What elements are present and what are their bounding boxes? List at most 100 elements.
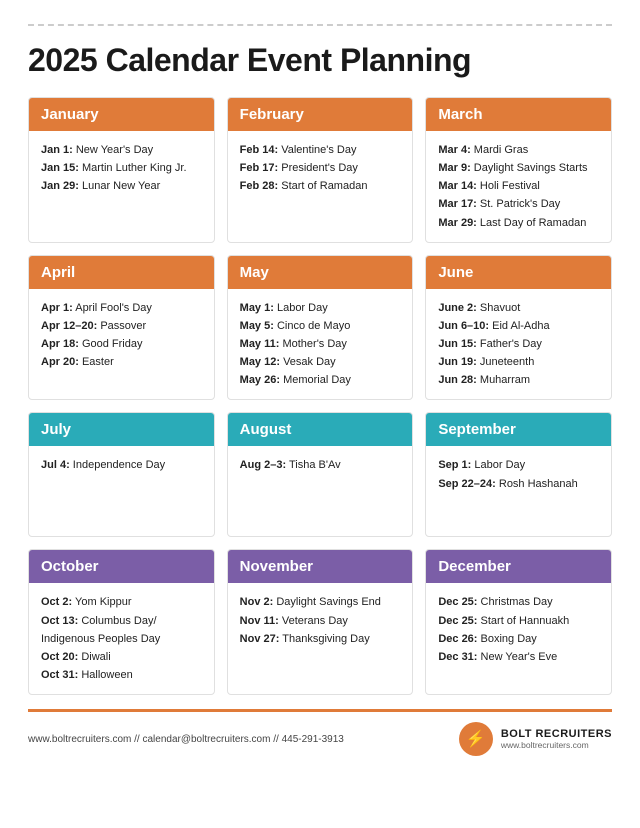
event-desc: Tisha B'Av <box>286 459 340 471</box>
event-desc: Valentine's Day <box>278 144 356 156</box>
top-border <box>28 24 612 26</box>
month-body-april: Apr 1: April Fool's DayApr 12–20: Passov… <box>29 289 214 382</box>
event-date: Mar 17: <box>438 198 477 210</box>
event-desc: Memorial Day <box>280 374 351 386</box>
event-desc: Diwali <box>78 651 110 663</box>
event-desc: Holi Festival <box>477 180 540 192</box>
event-date: Nov 2: <box>240 596 274 608</box>
event-desc: Cinco de Mayo <box>274 320 350 332</box>
event-desc: Christmas Day <box>477 596 552 608</box>
page-title: 2025 Calendar Event Planning <box>28 42 612 79</box>
event-desc: Daylight Savings Starts <box>471 162 588 174</box>
event-line: Oct 31: Halloween <box>41 666 202 684</box>
event-line: Apr 20: Easter <box>41 353 202 371</box>
event-desc: Veterans Day <box>279 615 348 627</box>
event-date: Nov 27: <box>240 633 280 645</box>
event-line: Jan 29: Lunar New Year <box>41 177 202 195</box>
event-line: Mar 29: Last Day of Ramadan <box>438 214 599 232</box>
month-card-may: MayMay 1: Labor DayMay 5: Cinco de MayoM… <box>227 255 414 401</box>
month-header-december: December <box>426 550 611 583</box>
month-card-november: November Nov 2: Daylight Savings EndNov 1… <box>227 549 414 695</box>
event-desc: Father's Day <box>477 338 542 350</box>
month-header-october: October <box>29 550 214 583</box>
month-card-february: FebruaryFeb 14: Valentine's DayFeb 17: P… <box>227 97 414 243</box>
event-line: Dec 31: New Year's Eve <box>438 648 599 666</box>
event-line: Feb 17: President's Day <box>240 159 401 177</box>
month-header-march: March <box>426 98 611 131</box>
event-date: Apr 18: <box>41 338 79 350</box>
event-date: Mar 9: <box>438 162 470 174</box>
month-body-february: Feb 14: Valentine's DayFeb 17: President… <box>228 131 413 221</box>
event-date: Aug 2–3: <box>240 459 286 471</box>
event-desc: Martin Luther King Jr. <box>79 162 187 174</box>
event-desc: Shavuot <box>477 302 520 314</box>
event-line: Jun 28: Muharram <box>438 371 599 389</box>
event-line: Apr 12–20: Passover <box>41 317 202 335</box>
month-body-september: Sep 1: Labor DaySep 22–24: Rosh Hashanah <box>426 446 611 536</box>
event-date: Feb 28: <box>240 180 279 192</box>
event-date: Oct 2: <box>41 596 72 608</box>
event-line: Dec 26: Boxing Day <box>438 630 599 648</box>
month-header-november: November <box>228 550 413 583</box>
event-desc: Eid Al-Adha <box>489 320 550 332</box>
event-date: Jun 28: <box>438 374 477 386</box>
event-line: Oct 20: Diwali <box>41 648 202 666</box>
event-line: Sep 22–24: Rosh Hashanah <box>438 475 599 493</box>
event-line: Feb 14: Valentine's Day <box>240 141 401 159</box>
event-line: Feb 28: Start of Ramadan <box>240 177 401 195</box>
month-card-december: December Dec 25: Christmas DayDec 25: Sta… <box>425 549 612 695</box>
event-desc: Yom Kippur <box>72 596 131 608</box>
month-header-february: February <box>228 98 413 131</box>
event-line: Dec 25: Christmas Day <box>438 593 599 611</box>
event-desc: Halloween <box>78 669 132 681</box>
event-line: Nov 2: Daylight Savings End <box>240 593 401 611</box>
event-desc: Thanksgiving Day <box>279 633 369 645</box>
month-header-july: July <box>29 413 214 446</box>
event-date: Mar 29: <box>438 217 477 229</box>
event-line: May 1: Labor Day <box>240 299 401 317</box>
month-card-january: JanuaryJan 1: New Year's DayJan 15: Mart… <box>28 97 215 243</box>
event-line: Mar 17: St. Patrick's Day <box>438 195 599 213</box>
event-line: Dec 25: Start of Hannuakh <box>438 612 599 630</box>
event-date: Apr 12–20: <box>41 320 97 332</box>
event-date: Feb 14: <box>240 144 279 156</box>
event-date: Apr 1: <box>41 302 73 314</box>
logo-url: www.boltrecruiters.com <box>501 740 612 750</box>
event-date: Jun 19: <box>438 356 477 368</box>
bolt-logo-icon: ⚡ <box>459 722 493 756</box>
month-card-october: OctoberOct 2: Yom KippurOct 13: Columbus… <box>28 549 215 695</box>
month-card-july: July Jul 4: Independence Day <box>28 412 215 537</box>
event-line: Sep 1: Labor Day <box>438 456 599 474</box>
event-date: Oct 13: <box>41 615 78 627</box>
event-date: Jan 29: <box>41 180 79 192</box>
event-date: Mar 14: <box>438 180 477 192</box>
event-line: Mar 14: Holi Festival <box>438 177 599 195</box>
event-desc: Mother's Day <box>279 338 347 350</box>
month-header-august: August <box>228 413 413 446</box>
logo-text-group: BOLT RECRUITERS www.boltrecruiters.com <box>501 728 612 750</box>
month-card-august: AugustAug 2–3: Tisha B'Av <box>227 412 414 537</box>
event-line: May 11: Mother's Day <box>240 335 401 353</box>
event-date: June 2: <box>438 302 477 314</box>
month-card-september: SeptemberSep 1: Labor DaySep 22–24: Rosh… <box>425 412 612 537</box>
event-line: Oct 2: Yom Kippur <box>41 593 202 611</box>
event-date: Oct 31: <box>41 669 78 681</box>
event-line: Nov 11: Veterans Day <box>240 612 401 630</box>
event-date: Dec 31: <box>438 651 477 663</box>
event-desc: Labor Day <box>471 459 525 471</box>
month-card-june: JuneJune 2: ShavuotJun 6–10: Eid Al-Adha… <box>425 255 612 401</box>
month-body-march: Mar 4: Mardi GrasMar 9: Daylight Savings… <box>426 131 611 242</box>
event-desc: Good Friday <box>79 338 143 350</box>
month-body-august: Aug 2–3: Tisha B'Av <box>228 446 413 536</box>
event-desc: Independence Day <box>70 459 165 471</box>
event-date: Jul 4: <box>41 459 70 471</box>
event-desc: Rosh Hashanah <box>496 478 578 490</box>
event-date: May 26: <box>240 374 280 386</box>
event-line: May 12: Vesak Day <box>240 353 401 371</box>
event-date: Jan 15: <box>41 162 79 174</box>
event-desc: New Year's Day <box>73 144 153 156</box>
event-date: May 1: <box>240 302 274 314</box>
event-date: Sep 22–24: <box>438 478 495 490</box>
month-card-march: MarchMar 4: Mardi GrasMar 9: Daylight Sa… <box>425 97 612 243</box>
event-line: Jun 6–10: Eid Al-Adha <box>438 317 599 335</box>
